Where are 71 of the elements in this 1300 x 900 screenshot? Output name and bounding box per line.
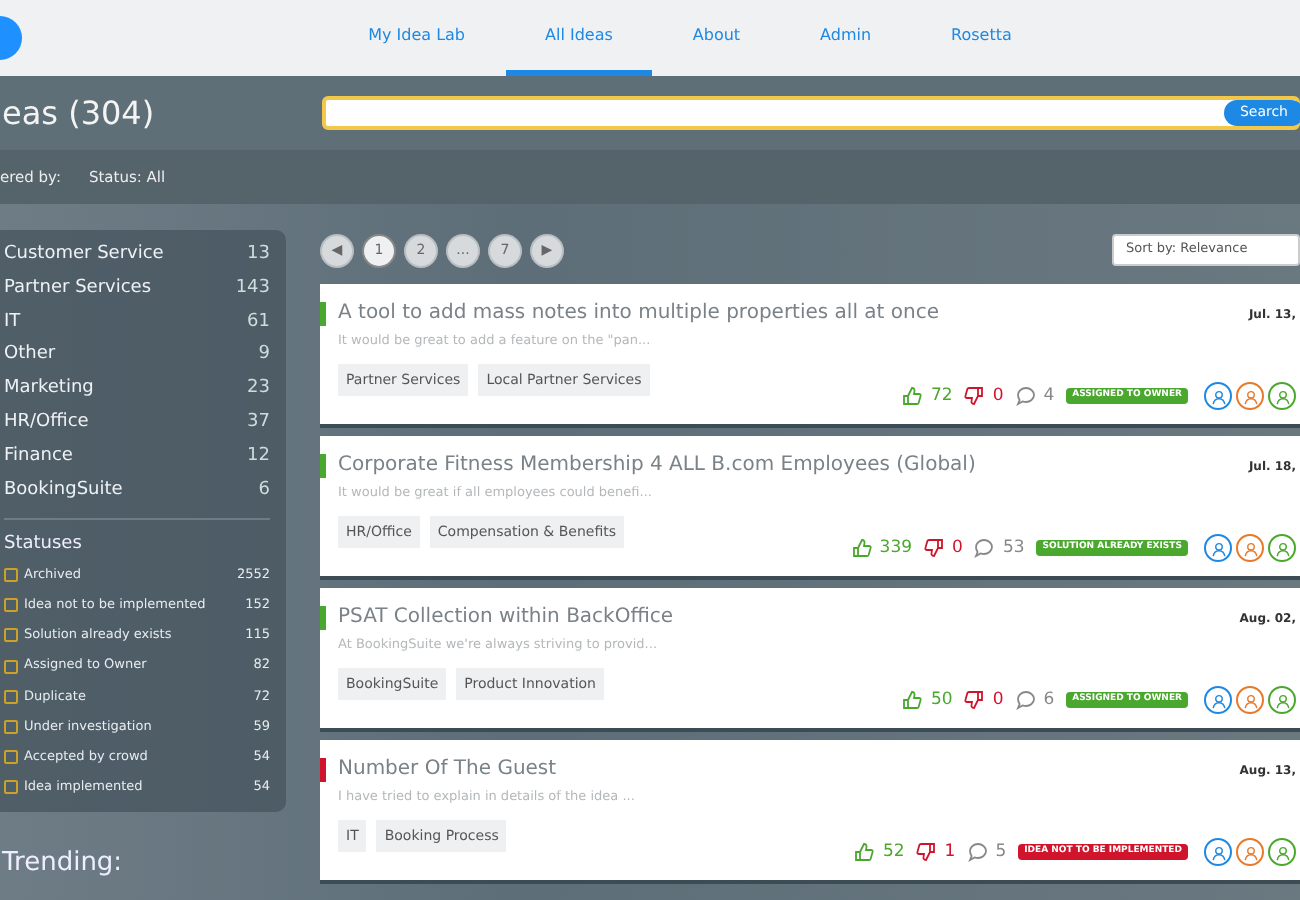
status-checkbox[interactable] [4,780,18,795]
like-count: 52 [882,839,905,865]
comment-count: 53 [1002,535,1025,561]
comment-icon [967,842,988,862]
nav-tab[interactable]: About [652,0,781,76]
nav-tab[interactable]: Rosetta [911,0,1052,76]
status-checkbox[interactable] [4,689,18,704]
comment-count: 4 [1043,383,1055,409]
category-count: 9 [258,342,270,369]
idea-title[interactable]: Corporate Fitness Membership 4 ALL B.com Employees (Global) [338,450,976,480]
dislike-count: 0 [992,383,1004,409]
category-count: 6 [258,477,270,504]
avatar-icon[interactable] [1236,534,1264,562]
status-checkbox[interactable] [4,750,18,765]
comment-icon [974,538,995,558]
like-count: 339 [879,535,913,561]
category-name[interactable]: HR/Office [4,405,89,440]
avatar-icon[interactable] [1268,686,1296,714]
dislike-count: 0 [952,535,963,561]
statuses-heading: Statuses [4,518,270,560]
category-count: 143 [235,275,270,302]
comment-icon [1015,690,1036,710]
comment-count: 6 [1043,687,1055,713]
avatar-icon[interactable] [1204,382,1232,410]
category-count: 37 [247,409,270,436]
dislike-count: 0 [992,687,1004,713]
avatar-icon[interactable] [1236,686,1264,714]
category-name[interactable]: Other [4,338,56,373]
dislike-count: 1 [944,839,956,865]
status-checkbox[interactable] [4,567,18,582]
avatar-icon[interactable] [1236,838,1264,866]
avatar-icon[interactable] [1268,382,1296,410]
thumbs-up-icon [854,842,875,862]
category-count: 13 [247,242,270,268]
thumbs-down-icon [924,538,945,558]
avatar-icon[interactable] [1204,838,1232,866]
trending-heading: Trending: [2,845,125,881]
category-name[interactable]: Partner Services [4,271,152,306]
thumbs-down-icon [916,842,937,862]
category-name[interactable]: Marketing [4,372,94,406]
nav-tab[interactable]: My Idea Lab [328,0,505,76]
thumbs-up-icon [902,386,923,406]
category-name[interactable]: Customer Service [4,238,164,272]
category-count: 12 [247,443,270,470]
idea-title[interactable]: Number Of The Guest [338,754,557,784]
status-checkbox[interactable] [4,598,18,613]
nav-tab[interactable]: Admin [780,0,912,76]
thumbs-up-icon [851,538,872,558]
category-name[interactable]: IT [4,305,21,339]
comment-count: 5 [995,839,1007,865]
idea-title[interactable]: PSAT Collection within BackOffice [338,602,674,632]
avatar-icon[interactable] [1236,382,1264,410]
avatar-icon[interactable] [1204,534,1232,562]
avatar-icon[interactable] [1204,686,1232,714]
category-name[interactable]: BookingSuite [4,473,123,507]
idea-title[interactable]: A tool to add mass notes into multiple properties all at once [338,298,939,328]
status-checkbox[interactable] [4,628,18,643]
status-checkbox[interactable] [4,719,18,734]
like-count: 50 [930,687,953,713]
thumbs-up-icon [902,690,923,710]
thumbs-down-icon [964,386,985,406]
category-name[interactable]: Finance [4,439,73,474]
avatar-icon[interactable] [1268,534,1296,562]
page-title: eas (304) [2,91,157,135]
status-checkbox[interactable] [4,659,18,674]
category-count: 23 [247,376,270,403]
avatar-icon[interactable] [1268,838,1296,866]
category-count: 61 [247,309,270,336]
thumbs-down-icon [964,690,985,710]
comment-icon [1015,386,1036,406]
like-count: 72 [930,383,953,409]
